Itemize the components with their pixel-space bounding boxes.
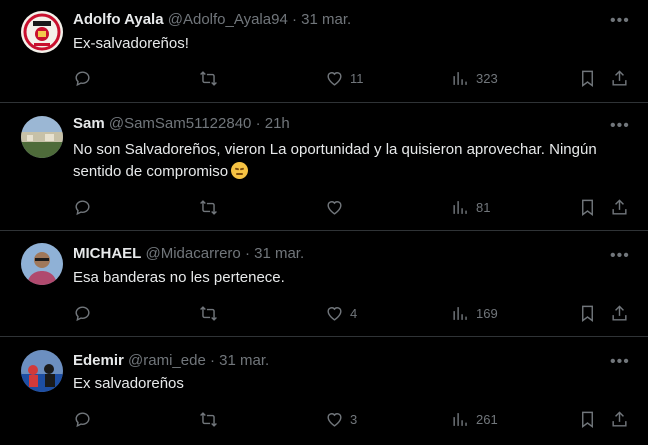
tweet-header: MICHAEL @Midacarrero · 31 mar. <box>73 245 304 262</box>
like-button[interactable]: 11 <box>325 68 364 88</box>
tweet-text: Ex salvadoreños <box>73 375 184 392</box>
share-button[interactable] <box>610 68 629 88</box>
like-count: 3 <box>350 411 358 427</box>
share-icon <box>612 304 627 321</box>
author-handle[interactable]: @SamSam51122840 <box>109 115 252 132</box>
views-count: 81 <box>476 199 491 215</box>
tweet-actions: 4 169 <box>73 303 628 323</box>
reply-button[interactable] <box>73 68 98 88</box>
author-name[interactable]: MICHAEL <box>73 245 141 262</box>
confounded-face-icon <box>231 162 249 179</box>
tweet-actions: 11 323 <box>73 68 628 88</box>
reply-bubble-icon <box>75 411 90 427</box>
reply-button[interactable] <box>73 303 98 323</box>
separator-dot: · <box>291 11 297 28</box>
share-icon <box>612 198 627 215</box>
retweet-button[interactable] <box>199 409 224 429</box>
reply-bubble-icon <box>75 70 90 86</box>
reply-bubble-icon <box>75 305 90 321</box>
tweet[interactable]: MICHAEL @Midacarrero · 31 mar. ••• Esa b… <box>0 231 648 337</box>
retweet-icon <box>200 70 217 86</box>
avatar[interactable] <box>21 350 63 392</box>
bookmark-button[interactable] <box>578 197 597 217</box>
bookmark-button[interactable] <box>578 409 597 429</box>
author-handle[interactable]: @Midacarrero <box>146 245 241 262</box>
more-dots-icon[interactable]: ••• <box>610 12 629 30</box>
share-button[interactable] <box>610 197 629 217</box>
like-button[interactable]: 4 <box>325 303 357 323</box>
avatar[interactable] <box>21 116 63 158</box>
author-handle[interactable]: @Adolfo_Ayala94 <box>168 11 288 28</box>
bookmark-button[interactable] <box>578 303 597 323</box>
share-button[interactable] <box>610 409 629 429</box>
tweet-actions: 3 261 <box>73 409 628 429</box>
views-bars-icon <box>453 412 467 426</box>
author-name[interactable]: Sam <box>73 115 105 132</box>
like-count: 11 <box>350 70 364 86</box>
more-dots-icon[interactable]: ••• <box>610 353 629 371</box>
tweet-text: Ex-salvadoreños! <box>73 35 189 52</box>
retweet-icon <box>200 411 217 427</box>
share-button[interactable] <box>610 303 629 323</box>
tweet[interactable]: Edemir @rami_ede · 31 mar. ••• Ex salvad… <box>0 337 648 445</box>
separator-dot: · <box>209 352 215 369</box>
retweet-icon <box>200 305 217 321</box>
tweet-actions: 81 <box>73 197 628 217</box>
retweet-button[interactable] <box>199 197 224 217</box>
separator-dot: · <box>244 245 250 262</box>
like-button[interactable]: 3 <box>325 409 357 429</box>
reply-button[interactable] <box>73 409 98 429</box>
avatar[interactable] <box>21 243 63 285</box>
bookmark-icon <box>582 199 593 216</box>
views-count: 169 <box>476 305 498 321</box>
timestamp[interactable]: 31 mar. <box>219 352 269 369</box>
tweet-text: No son Salvadoreños, vieron La oportunid… <box>73 139 618 183</box>
reply-button[interactable] <box>73 197 98 217</box>
bookmark-icon <box>582 305 593 322</box>
views-button[interactable]: 169 <box>451 303 498 323</box>
views-button[interactable]: 323 <box>451 68 498 88</box>
tweet-header: Edemir @rami_ede · 31 mar. <box>73 352 269 369</box>
reply-bubble-icon <box>75 199 90 215</box>
avatar[interactable] <box>21 11 63 53</box>
bookmark-icon <box>582 411 593 428</box>
tweet-header: Sam @SamSam51122840 · 21h <box>73 115 290 132</box>
views-count: 261 <box>476 411 498 427</box>
views-button[interactable]: 261 <box>451 409 498 429</box>
heart-icon <box>327 306 342 321</box>
author-name[interactable]: Edemir <box>73 352 124 369</box>
share-icon <box>612 410 627 427</box>
bookmark-icon <box>582 70 593 87</box>
tweet-header: Adolfo Ayala @Adolfo_Ayala94 · 31 mar. <box>73 11 351 28</box>
tweet[interactable]: Sam @SamSam51122840 · 21h ••• No son Sal… <box>0 103 648 231</box>
views-bars-icon <box>453 71 467 85</box>
retweet-icon <box>200 199 217 215</box>
retweet-button[interactable] <box>199 303 224 323</box>
author-name[interactable]: Adolfo Ayala <box>73 11 164 28</box>
views-bars-icon <box>453 306 467 320</box>
author-handle[interactable]: @rami_ede <box>128 352 206 369</box>
like-button[interactable] <box>325 197 350 217</box>
like-count: 4 <box>350 305 358 321</box>
more-dots-icon[interactable]: ••• <box>610 117 629 135</box>
views-count: 323 <box>476 70 498 86</box>
timestamp[interactable]: 21h <box>265 115 290 132</box>
tweet-text: Esa banderas no les pertenece. <box>73 269 285 286</box>
tweet[interactable]: Adolfo Ayala @Adolfo_Ayala94 · 31 mar. •… <box>0 0 648 103</box>
share-icon <box>612 69 627 86</box>
views-button[interactable]: 81 <box>451 197 490 217</box>
timestamp[interactable]: 31 mar. <box>254 245 304 262</box>
views-bars-icon <box>453 200 467 214</box>
heart-icon <box>327 200 342 215</box>
tweet-text-content: No son Salvadoreños, vieron La oportunid… <box>73 141 597 180</box>
retweet-button[interactable] <box>199 68 224 88</box>
more-dots-icon[interactable]: ••• <box>610 247 629 265</box>
heart-icon <box>327 71 342 86</box>
bookmark-button[interactable] <box>578 68 597 88</box>
heart-icon <box>327 412 342 427</box>
separator-dot: · <box>255 115 261 132</box>
timestamp[interactable]: 31 mar. <box>301 11 351 28</box>
